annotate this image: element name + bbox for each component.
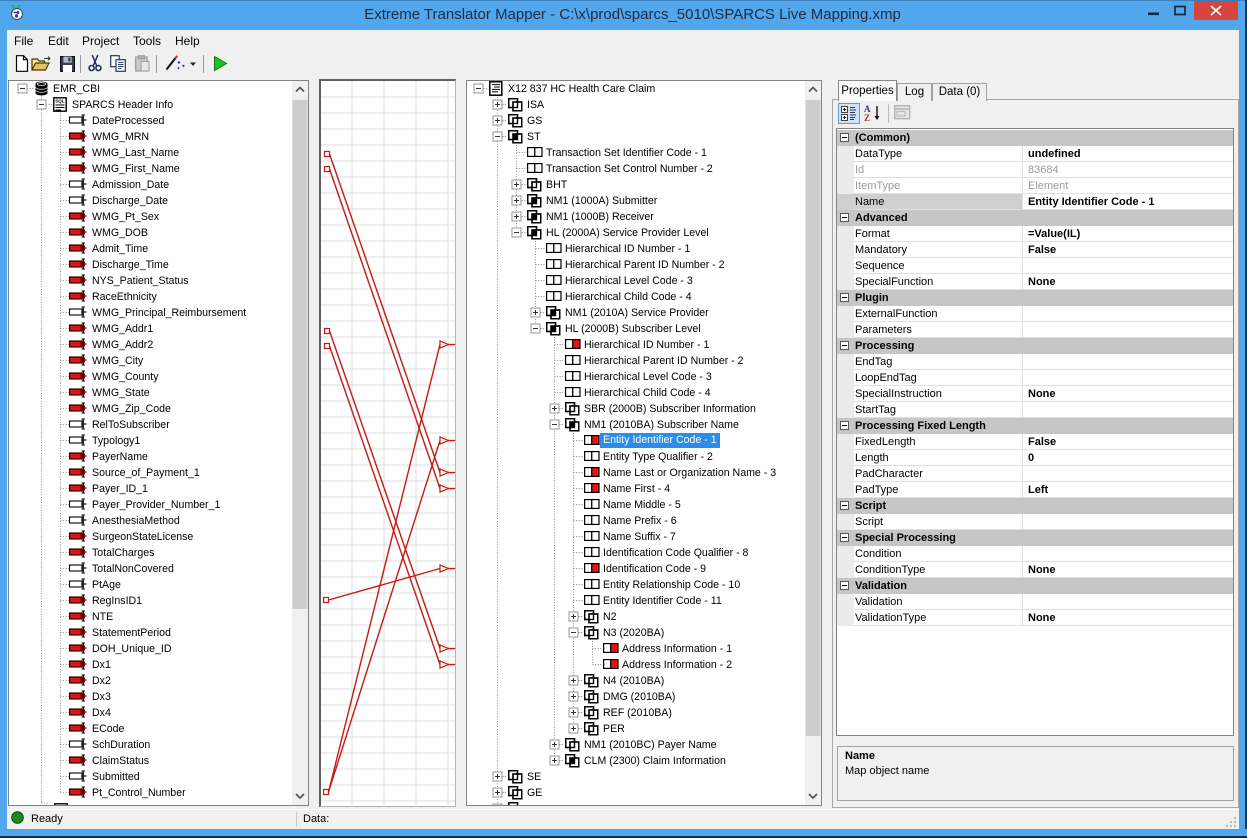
svg-text:Z: Z	[864, 113, 870, 123]
svg-text:SQL: SQL	[55, 99, 65, 104]
